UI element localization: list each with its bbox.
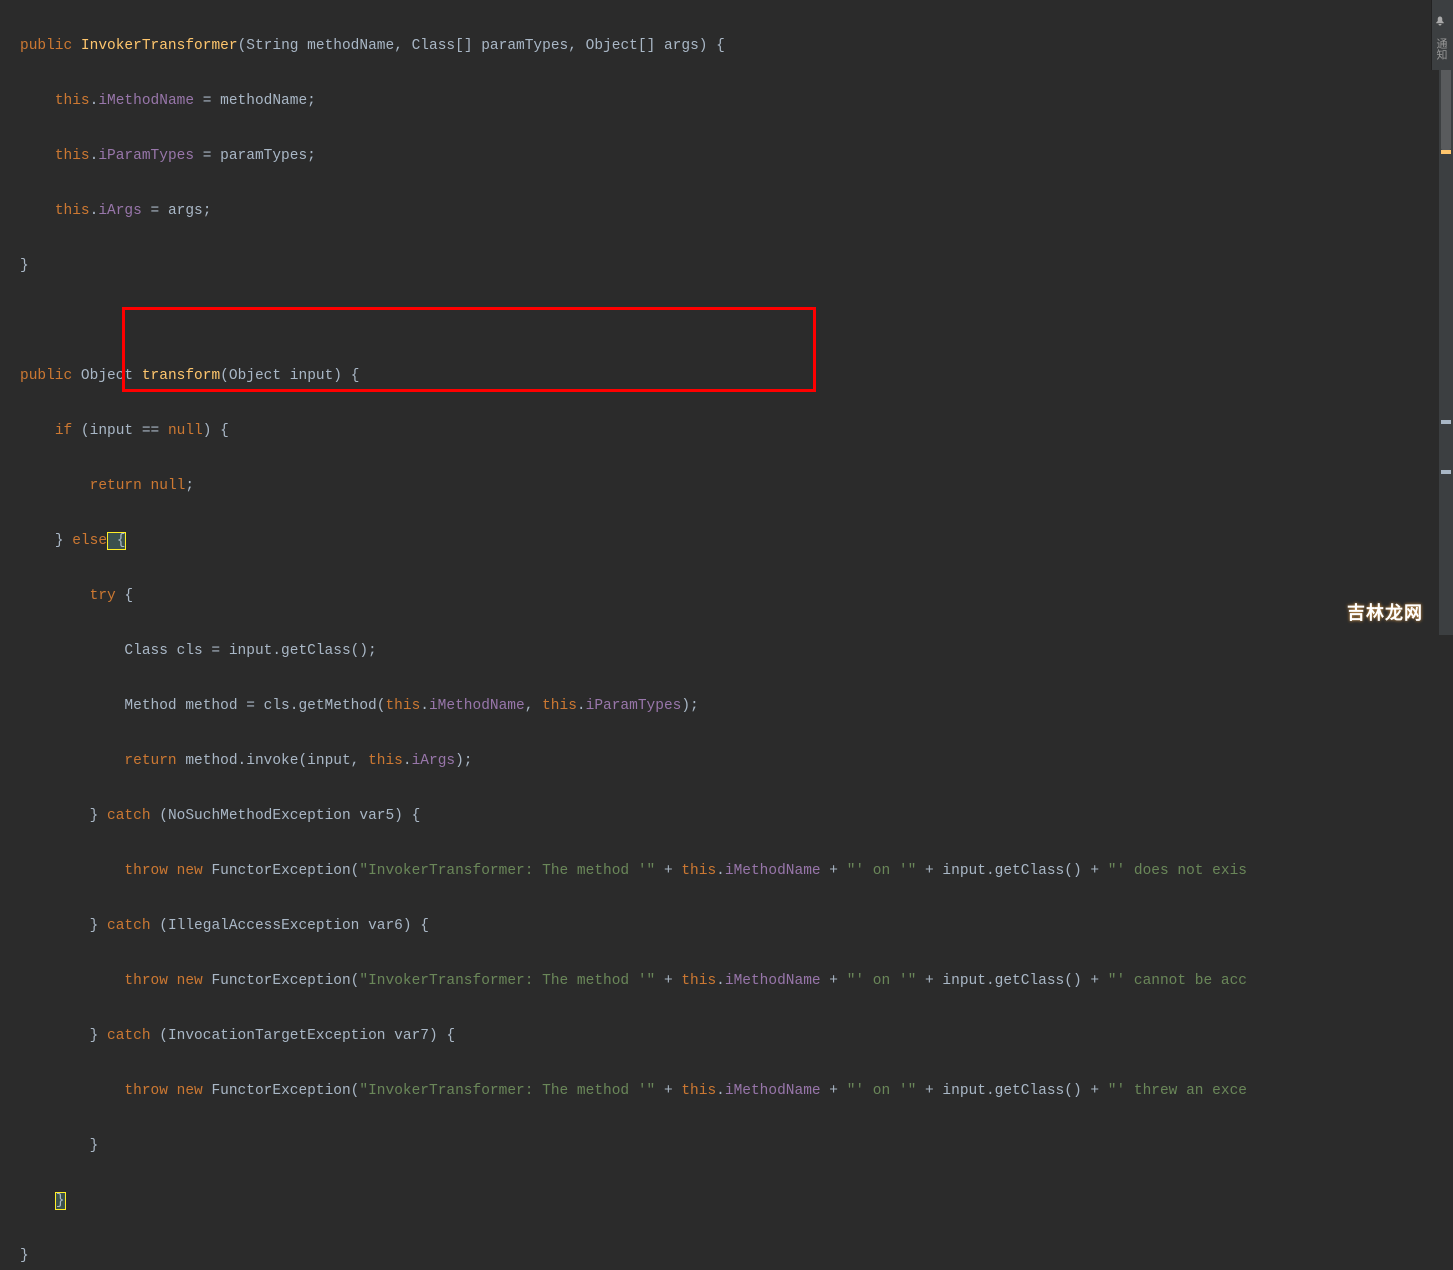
code-line: } catch (NoSuchMethodException var5) { bbox=[20, 803, 1453, 831]
code-line: this.iArgs = args; bbox=[20, 198, 1453, 226]
code-line: } catch (IllegalAccessException var6) { bbox=[20, 913, 1453, 941]
code-line: if (input == null) { bbox=[20, 418, 1453, 446]
bell-icon bbox=[1441, 15, 1453, 27]
code-line: } bbox=[20, 1133, 1453, 1161]
code-line: try { bbox=[20, 583, 1453, 611]
code-editor[interactable]: public InvokerTransformer(String methodN… bbox=[0, 0, 1453, 1270]
code-line: this.iParamTypes = paramTypes; bbox=[20, 143, 1453, 171]
code-line: throw new FunctorException("InvokerTrans… bbox=[20, 1078, 1453, 1106]
marker bbox=[1441, 470, 1451, 474]
code-line: } bbox=[20, 253, 1453, 281]
notifications-label: 通知 bbox=[1434, 37, 1446, 59]
code-line: this.iMethodName = methodName; bbox=[20, 88, 1453, 116]
code-line: public Object transform(Object input) { bbox=[20, 363, 1453, 391]
code-line: Method method = cls.getMethod(this.iMeth… bbox=[20, 693, 1453, 721]
code-line: return method.invoke(input, this.iArgs); bbox=[20, 748, 1453, 776]
marker bbox=[1441, 150, 1451, 154]
code-line: throw new FunctorException("InvokerTrans… bbox=[20, 858, 1453, 886]
code-line: public InvokerTransformer(String methodN… bbox=[20, 33, 1453, 61]
marker bbox=[1441, 420, 1451, 424]
code-line: return null; bbox=[20, 473, 1453, 501]
code-line: } else { bbox=[20, 528, 1453, 556]
code-line: } bbox=[20, 1188, 1453, 1216]
code-line: throw new FunctorException("InvokerTrans… bbox=[20, 968, 1453, 996]
vertical-scrollbar[interactable] bbox=[1439, 0, 1453, 635]
notifications-tab[interactable]: 通知 bbox=[1431, 0, 1453, 70]
code-line: } bbox=[20, 1243, 1453, 1270]
code-line: } catch (InvocationTargetException var7)… bbox=[20, 1023, 1453, 1051]
code-line: Class cls = input.getClass(); bbox=[20, 638, 1453, 666]
code-line bbox=[20, 308, 1453, 336]
watermark: 吉林龙网 bbox=[1347, 600, 1423, 628]
